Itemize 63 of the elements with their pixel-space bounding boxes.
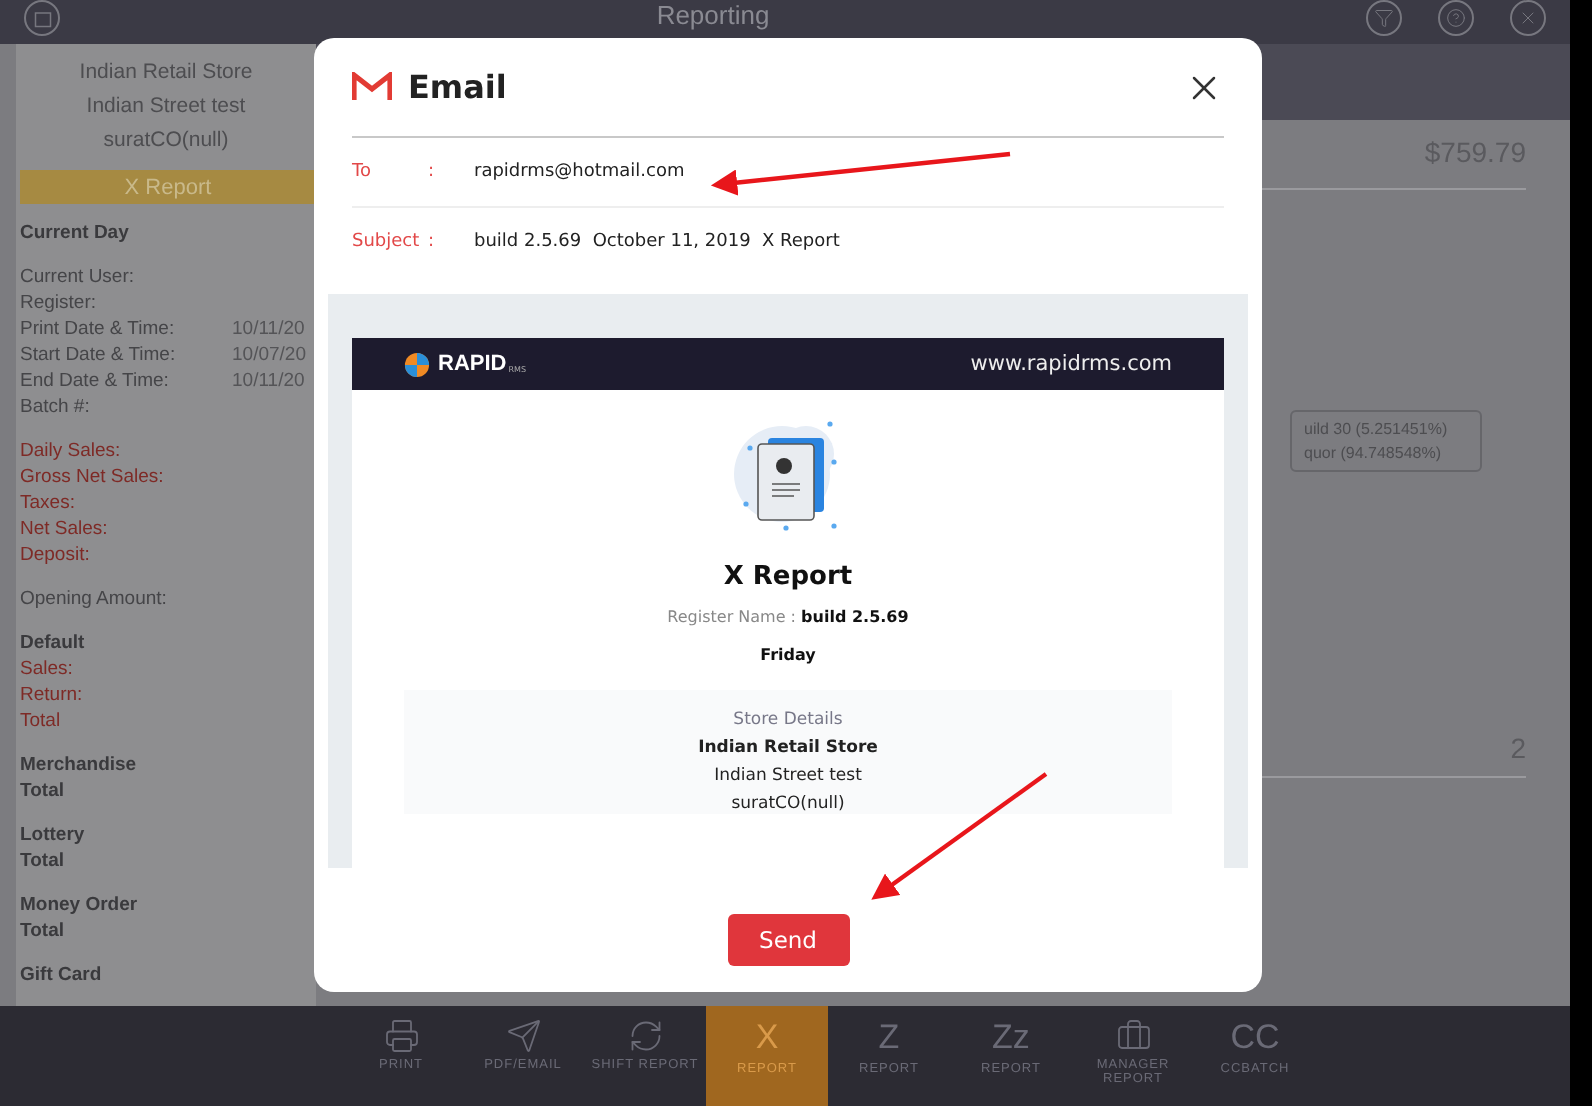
report-title: X Report — [723, 562, 853, 592]
field-label: Opening Amount: — [20, 586, 169, 612]
field-label: Print Date & Time: — [20, 316, 177, 342]
section-heading: Lottery — [20, 822, 87, 848]
section-heading: Total — [20, 778, 66, 804]
store-line: Indian Street test — [84, 92, 248, 122]
field-label: Net Sales: — [20, 516, 110, 542]
subject-colon: : — [428, 232, 437, 252]
help-icon[interactable] — [1438, 0, 1474, 36]
field-label: Current User: — [20, 264, 137, 290]
section-heading: Current Day — [20, 220, 131, 246]
section-heading: Money Order — [20, 892, 140, 918]
field-label: Gross Net Sales: — [20, 464, 166, 490]
field-label: Sales: — [20, 656, 75, 682]
brand-name: RAPID — [438, 352, 507, 376]
field-value: 10/11/20 — [232, 316, 305, 342]
refresh-icon — [627, 1018, 663, 1054]
store-details-heading: Store Details — [733, 710, 843, 730]
to-label: To — [352, 162, 373, 182]
field-label: Start Date & Time: — [20, 342, 178, 368]
section-heading: Merchandise — [20, 752, 139, 778]
subject-label: Subject — [352, 232, 422, 252]
store-name: Indian Retail Store — [698, 738, 878, 758]
report-glyph: Zz — [992, 1018, 1030, 1058]
report-glyph: CC — [1230, 1018, 1280, 1058]
store-street: Indian Street test — [714, 766, 862, 786]
field-label: Return: — [20, 682, 85, 708]
report-day: Friday — [760, 646, 816, 664]
calendar-icon[interactable] — [24, 0, 60, 36]
section-heading: Gift Card — [20, 962, 104, 988]
filter-icon[interactable] — [1366, 0, 1402, 36]
briefcase-icon — [1115, 1018, 1151, 1054]
field-value: 10/11/20 — [232, 368, 305, 394]
store-line: Indian Retail Store — [77, 58, 255, 88]
field-label: Batch #: — [20, 394, 92, 420]
dialog-title: Email — [408, 68, 509, 106]
report-banner: X Report — [20, 170, 316, 204]
section-heading: Total — [20, 848, 66, 874]
field-label: Total — [20, 708, 63, 734]
mail-logo-icon — [352, 72, 392, 102]
printer-icon — [383, 1018, 419, 1054]
field-label: Register: — [20, 290, 99, 316]
report-glyph: Z — [878, 1018, 900, 1058]
field-label: Deposit: — [20, 542, 92, 568]
to-colon: : — [428, 162, 437, 182]
app-title: Reporting — [654, 0, 772, 30]
website-text: www.rapidrms.com — [970, 352, 1172, 376]
field-value: 10/07/20 — [232, 342, 306, 368]
subject-value: build 2.5.69 October 11, 2019 X Report — [474, 232, 840, 252]
logo-icon — [404, 351, 430, 377]
to-value: rapidrms@hotmail.com — [474, 162, 685, 182]
close-icon[interactable] — [1510, 0, 1546, 36]
section-heading: Total — [20, 918, 66, 944]
field-label: End Date & Time: — [20, 368, 171, 394]
store-city: suratCO(null) — [731, 794, 845, 814]
register-name: Register Name : build 2.5.69 — [667, 608, 909, 626]
field-label: Daily Sales: — [20, 438, 123, 464]
report-glyph: X — [755, 1018, 779, 1058]
section-heading: Default — [20, 630, 87, 656]
store-line: suratCO(null) — [101, 126, 231, 156]
field-label: Taxes: — [20, 490, 77, 516]
send-icon — [505, 1018, 541, 1054]
send-button[interactable]: Send — [727, 914, 849, 966]
